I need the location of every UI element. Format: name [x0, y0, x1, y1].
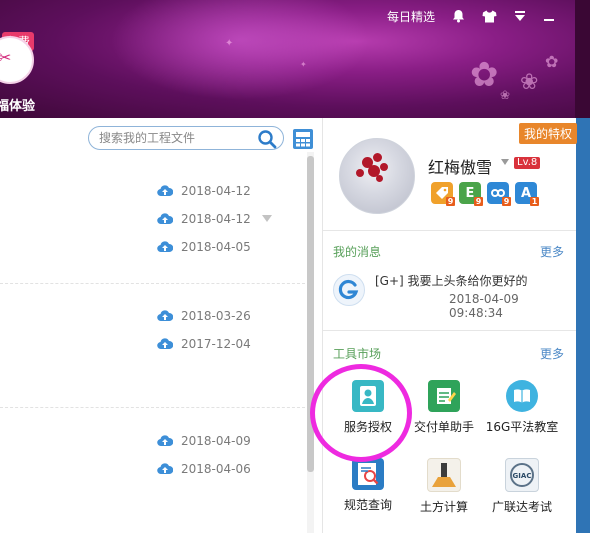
desktop-background: [575, 0, 590, 533]
tool-spec-search[interactable]: 规范查询: [331, 458, 405, 513]
file-row[interactable]: 2018-04-12: [157, 210, 251, 228]
cloud-upload-icon: [157, 463, 173, 475]
caret-down-icon[interactable]: [501, 159, 509, 165]
tool-label: 规范查询: [343, 498, 392, 512]
flower-decoration: ❀: [500, 88, 511, 102]
a-app-icon[interactable]: A1: [515, 182, 539, 206]
flower-decoration: ✿: [545, 52, 559, 71]
cloud-upload-icon: [157, 241, 173, 253]
tag-app-icon[interactable]: 9: [431, 182, 455, 206]
chevron-down-icon[interactable]: [262, 215, 272, 222]
file-row[interactable]: 2018-04-12: [157, 182, 251, 200]
flower-decoration: ✦: [300, 60, 307, 69]
tool-16g-classroom[interactable]: 16G平法教室: [485, 380, 559, 435]
calculator-icon[interactable]: [292, 128, 314, 150]
file-date: 2018-04-09: [181, 434, 251, 448]
scrollbar-thumb[interactable]: [307, 156, 314, 472]
tool-giac-exam[interactable]: GIAC 广联达考试: [485, 458, 559, 515]
project-files-panel: 2018-04-12 2018-04-12 2018-04-05 2018-03…: [0, 118, 320, 533]
file-row[interactable]: 2018-03-26: [157, 307, 251, 325]
scissors-icon: ✂: [0, 48, 12, 67]
cloud-upload-icon: [157, 185, 173, 197]
file-row[interactable]: 2018-04-06: [157, 460, 251, 478]
avatar[interactable]: [339, 138, 415, 214]
daily-picks-link[interactable]: 每日精选: [387, 8, 435, 24]
message-text[interactable]: [G+] 我要上头条给你更好的: [375, 272, 528, 289]
message-time: 2018-04-09 09:48:34: [449, 292, 519, 320]
tool-label: 16G平法教室: [485, 420, 559, 434]
flower-decoration: ✿: [470, 55, 499, 95]
bell-icon[interactable]: [452, 8, 465, 24]
cloud-upload-icon: [157, 338, 173, 350]
group-divider: [0, 283, 305, 284]
tool-label: 土方计算: [419, 500, 468, 514]
my-privilege-button[interactable]: 我的特权: [518, 123, 577, 144]
file-row[interactable]: 2018-04-09: [157, 432, 251, 450]
tool-label: 广联达考试: [491, 500, 552, 514]
e-app-icon[interactable]: E9: [459, 182, 483, 206]
messages-title: 我的消息: [333, 245, 382, 259]
earthwork-icon: [427, 458, 461, 492]
flower-decoration: ❀: [520, 70, 539, 95]
messages-more-link[interactable]: 更多: [540, 243, 564, 260]
file-date: 2018-03-26: [181, 309, 251, 323]
service-authorization-icon: [352, 380, 384, 412]
tools-more-link[interactable]: 更多: [540, 345, 564, 362]
header-banner: ✿ ❀ ✿ ❀ ✦ ✦ 免费 ✂ 福体验 每日精选: [0, 0, 575, 118]
g-plus-icon: [333, 274, 365, 306]
delivery-assistant-icon: [428, 380, 460, 412]
search-input[interactable]: [99, 129, 249, 147]
skin-shirt-icon[interactable]: [482, 8, 497, 24]
file-date: 2017-12-04: [181, 337, 251, 351]
cloud-upload-icon: [157, 310, 173, 322]
level-badge: Lv.8: [514, 157, 541, 169]
giac-exam-icon: GIAC: [505, 458, 539, 492]
puzzle-app-icon[interactable]: 9: [487, 182, 511, 206]
tool-label: 服务授权: [343, 420, 392, 434]
search-box[interactable]: [88, 126, 284, 150]
minimize-icon[interactable]: [543, 8, 555, 24]
banner-glow: [110, 0, 370, 100]
app-icon-row: 9 E9 9 A1: [431, 182, 539, 206]
tool-delivery-assistant[interactable]: 交付单助手: [407, 380, 481, 435]
top-nav: 每日精选: [370, 8, 555, 24]
file-date: 2018-04-05: [181, 240, 251, 254]
username[interactable]: 红梅傲雪: [428, 154, 492, 178]
book-icon: [506, 380, 538, 412]
cloud-upload-icon: [157, 213, 173, 225]
tool-service-authorization[interactable]: 服务授权: [331, 380, 405, 435]
tool-label: 交付单助手: [413, 420, 474, 434]
file-row[interactable]: 2017-12-04: [157, 335, 251, 353]
file-date: 2018-04-12: [181, 184, 251, 198]
flower-decoration: ✦: [225, 38, 234, 49]
cloud-upload-icon: [157, 435, 173, 447]
tool-earthwork[interactable]: 土方计算: [407, 458, 481, 515]
side-panel: 我的特权 红梅傲雪 Lv.8 9 E9 9 A1 我的消息 更多 [G+] 我要…: [322, 118, 577, 533]
tools-title: 工具市场: [333, 347, 382, 361]
group-divider: [0, 407, 305, 408]
spec-search-icon: [352, 458, 384, 490]
file-date: 2018-04-12: [181, 212, 251, 226]
search-icon[interactable]: [257, 129, 277, 149]
file-row[interactable]: 2018-04-05: [157, 238, 251, 256]
menu-dropdown-icon[interactable]: [514, 8, 526, 24]
promo-label[interactable]: 福体验: [0, 95, 35, 114]
section-divider: [323, 330, 576, 331]
section-divider: [323, 230, 576, 231]
file-date: 2018-04-06: [181, 462, 251, 476]
svg-text:GIAC: GIAC: [513, 472, 532, 480]
